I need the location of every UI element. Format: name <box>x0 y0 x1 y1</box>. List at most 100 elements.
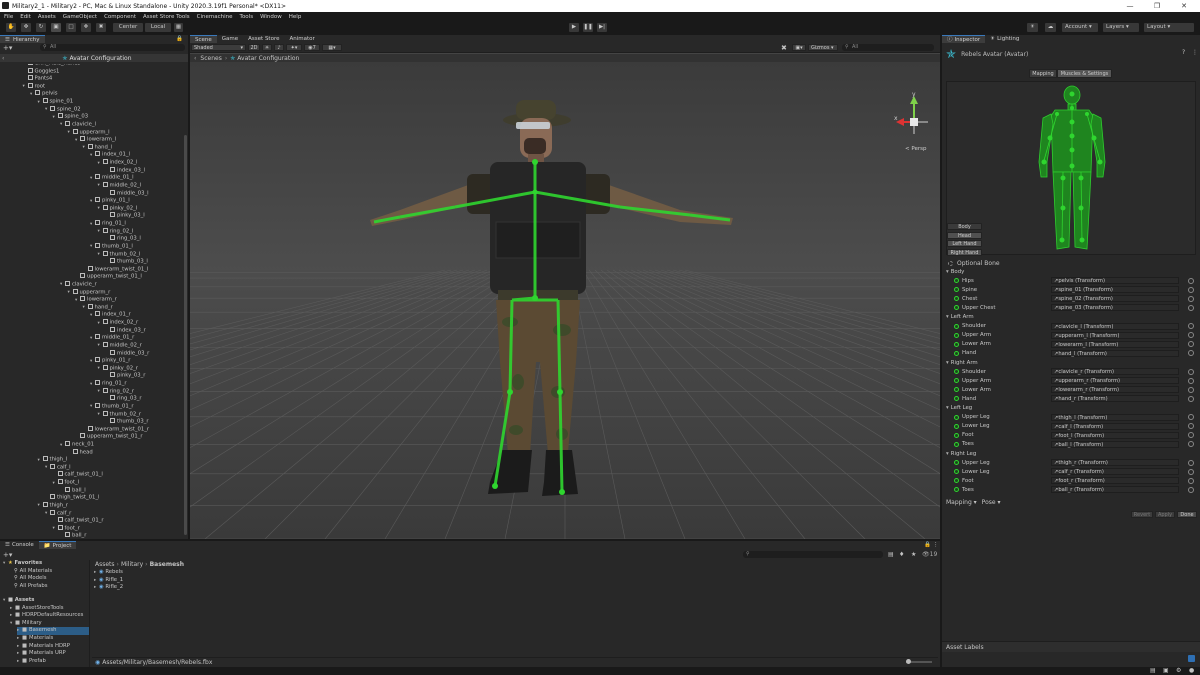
hierarchy-item[interactable]: lowerarm_twist_01_r <box>83 425 149 434</box>
camera-dropdown-icon[interactable]: ▣▾ <box>792 44 806 51</box>
search-by-label-icon[interactable]: ♦ <box>899 551 904 558</box>
scene-header-row[interactable]: ‹ ✯ Avatar Configuration <box>0 54 188 62</box>
bone-transform-field[interactable]: ↗upperarm_l (Transform) <box>1051 331 1179 339</box>
file-item[interactable]: ▸ ◉ Rebels <box>94 569 123 577</box>
back-arrow-icon[interactable]: ‹ <box>2 55 4 62</box>
menu-tools[interactable]: Tools <box>240 14 254 20</box>
object-picker-icon[interactable] <box>1188 323 1194 330</box>
joint-right-foot[interactable] <box>559 489 565 495</box>
scene-canvas[interactable]: y x < Persp <box>190 62 940 539</box>
bone-group-header[interactable]: ▾ Left Arm <box>942 313 1200 322</box>
grid-snap-icon[interactable]: ▦ <box>174 23 183 32</box>
step-button[interactable]: ▶| <box>597 23 607 32</box>
tab-lighting[interactable]: ☀ Lighting <box>985 35 1024 43</box>
bone-group-header[interactable]: ▾ Body <box>942 267 1200 276</box>
bone-transform-field[interactable]: ↗clavicle_l (Transform) <box>1051 322 1179 330</box>
project-search-input[interactable]: ⚲ <box>743 551 883 558</box>
hierarchy-item[interactable]: thigh_twist_01_l <box>45 494 100 502</box>
hierarchy-item[interactable]: ▾ middle_01_l <box>90 174 134 182</box>
hierarchy-item[interactable]: ▾ thumb_02_r <box>98 410 141 419</box>
lock-icon[interactable]: 🔒 <box>924 542 931 548</box>
joint-left-knee[interactable] <box>507 389 513 395</box>
object-picker-icon[interactable] <box>1188 304 1194 311</box>
body-left-arm[interactable] <box>1038 113 1054 178</box>
bone-transform-field[interactable]: ↗calf_r (Transform) <box>1051 468 1179 476</box>
audio-toggle-icon[interactable]: ♪ <box>274 44 284 51</box>
bone-transform-field[interactable]: ↗ball_l (Transform) <box>1051 440 1179 448</box>
move-tool-icon[interactable]: ✥ <box>21 23 31 32</box>
hierarchy-item[interactable]: ▾ calf_r <box>45 509 71 518</box>
hierarchy-item[interactable]: ▾ hand_r <box>83 303 113 312</box>
hierarchy-item[interactable]: ▾ middle_02_l <box>98 181 141 190</box>
debug-icon[interactable]: ⚙ <box>1176 667 1181 674</box>
object-picker-icon[interactable] <box>1188 341 1194 348</box>
rotate-tool-icon[interactable]: ↻ <box>36 23 46 32</box>
hand-tool-icon[interactable]: ✋ <box>6 23 16 32</box>
subtab-mapping[interactable]: Mapping <box>1029 69 1057 78</box>
bone-transform-field[interactable]: ↗lowerarm_l (Transform) <box>1051 340 1179 348</box>
body-part-head-button[interactable]: Head <box>947 231 982 239</box>
hierarchy-item[interactable]: ▾ pinky_01_l <box>90 197 130 205</box>
pause-button[interactable]: ❚❚ <box>583 23 593 32</box>
help-icon[interactable]: ? <box>1182 49 1185 56</box>
hierarchy-item[interactable]: upperarm_twist_01_l <box>75 273 142 281</box>
hierarchy-item[interactable]: ▾ lowerarm_l <box>75 136 116 144</box>
object-picker-icon[interactable] <box>1188 368 1194 375</box>
scene-viewport[interactable]: y x < Persp <box>190 62 940 539</box>
hierarchy-item[interactable]: ▾ pinky_02_r <box>98 364 138 373</box>
bone-transform-field[interactable]: ↗spine_03 (Transform) <box>1051 304 1179 312</box>
effects-dropdown-icon[interactable]: ✦▾ <box>286 44 302 51</box>
folder-item[interactable]: ▸ ■ AssetStoreTools <box>10 605 64 613</box>
breadcrumb-assets[interactable]: Assets <box>95 561 115 568</box>
menu-help[interactable]: Help <box>289 14 302 20</box>
joint-neck[interactable] <box>532 159 538 165</box>
tab-hierarchy[interactable]: ☰ Hierarchy <box>0 35 45 43</box>
progress-icon[interactable]: ▤ <box>1150 667 1156 674</box>
account-dropdown[interactable]: Account ▾ <box>1062 23 1098 32</box>
body-part-body-button[interactable]: Body <box>947 223 982 230</box>
bone-transform-field[interactable]: ↗clavicle_r (Transform) <box>1051 368 1179 376</box>
more-options-icon[interactable]: ⋮ <box>933 542 939 548</box>
hierarchy-item[interactable]: lowerarm_twist_01_l <box>83 265 148 274</box>
foldout-arrow-icon[interactable]: ▾ <box>946 360 949 366</box>
breadcrumb-basemesh[interactable]: Basemesh <box>150 561 184 568</box>
object-picker-icon[interactable] <box>1188 286 1194 293</box>
bone-transform-field[interactable]: ↗hand_l (Transform) <box>1051 349 1179 357</box>
hierarchy-item[interactable]: ▾ foot_l <box>53 479 79 487</box>
menu-edit[interactable]: Edit <box>20 14 31 20</box>
bone-transform-field[interactable]: ↗spine_01 (Transform) <box>1051 286 1179 294</box>
hierarchy-item[interactable]: ▾ index_02_l <box>98 159 138 167</box>
avatar-body-map[interactable] <box>946 81 1196 255</box>
notification-icon[interactable]: ● <box>1189 667 1194 674</box>
tab-project[interactable]: 📁 Project <box>38 541 77 549</box>
services-icon[interactable]: ☀ <box>1027 23 1038 32</box>
hierarchy-item[interactable]: ▾ ring_01_l <box>90 220 126 228</box>
apply-button[interactable]: Apply <box>1155 511 1175 518</box>
maximize-icon[interactable]: ❐ <box>1147 0 1167 12</box>
hierarchy-item[interactable]: ▾ upperarm_l <box>68 128 110 137</box>
custom-tool-icon[interactable]: ✖ <box>96 23 106 32</box>
asset-labels-bar[interactable]: Asset Labels <box>942 641 1200 652</box>
menu-cinemachine[interactable]: Cinemachine <box>197 14 233 20</box>
body-right-arm[interactable] <box>1090 113 1106 178</box>
folder-item[interactable]: ▸ ■ Materials HDRP <box>17 643 70 651</box>
menu-file[interactable]: File <box>4 14 13 20</box>
slider-handle[interactable] <box>906 659 911 664</box>
object-picker-icon[interactable] <box>1188 459 1194 466</box>
hierarchy-item[interactable]: ▾ index_02_r <box>98 319 138 327</box>
bone-transform-field[interactable]: ↗thigh_r (Transform) <box>1051 459 1179 467</box>
layout-dropdown[interactable]: Layout ▾ <box>1144 23 1194 32</box>
hierarchy-item[interactable]: ▾ index_01_l <box>90 151 130 159</box>
bone-transform-field[interactable]: ↗hand_r (Transform) <box>1051 395 1179 403</box>
hierarchy-item[interactable]: ▾ spine_03 <box>53 113 88 121</box>
hierarchy-item[interactable]: ▾ spine_02 <box>45 105 81 114</box>
perspective-label[interactable]: < Persp <box>905 146 927 152</box>
body-part-right-hand-button[interactable]: Right Hand <box>947 248 982 256</box>
bone-transform-field[interactable]: ↗ball_r (Transform) <box>1051 486 1179 494</box>
hierarchy-item[interactable]: ▾ lowerarm_r <box>75 296 117 304</box>
hierarchy-item[interactable]: ▾ thigh_r <box>38 501 68 510</box>
hierarchy-item[interactable]: middle_03_r <box>105 349 149 358</box>
object-picker-icon[interactable] <box>1188 423 1194 430</box>
hierarchy-scrollbar[interactable] <box>184 135 187 535</box>
create-asset-button[interactable]: +▾ <box>3 551 12 559</box>
